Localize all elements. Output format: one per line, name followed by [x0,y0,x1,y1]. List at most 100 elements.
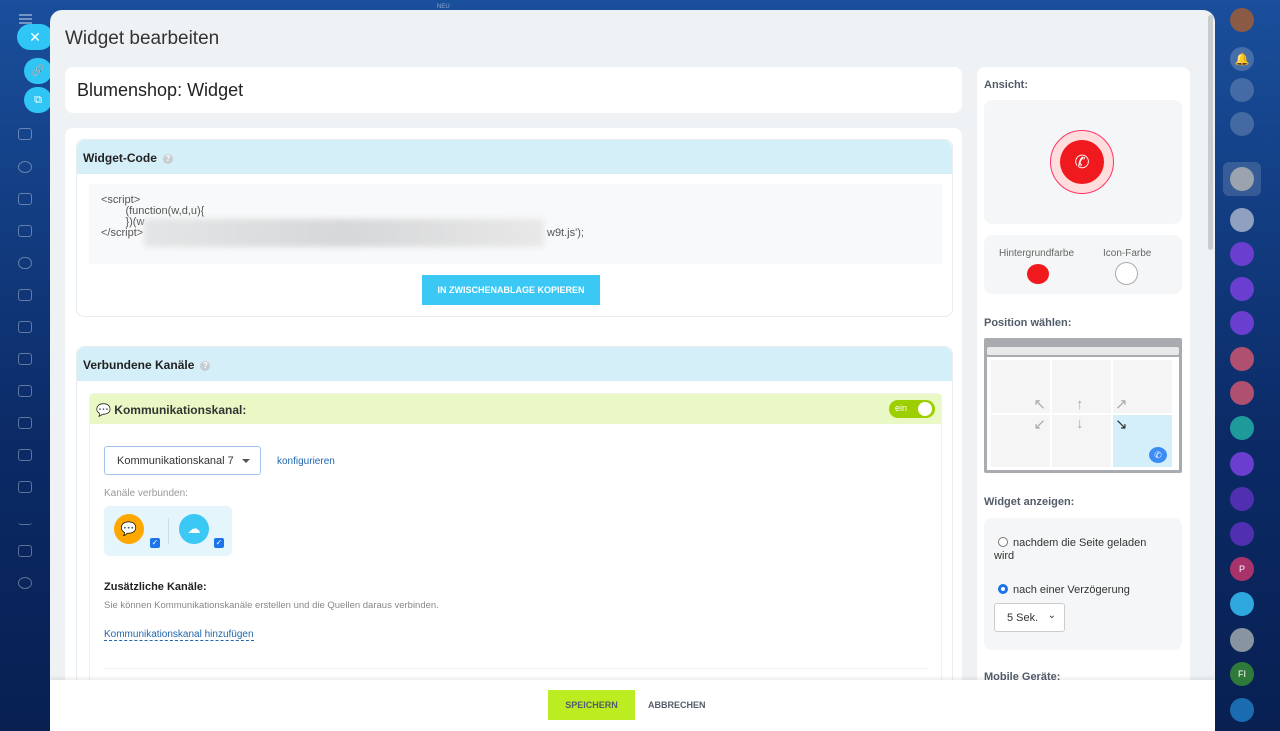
widget-preview: ✆ [984,100,1182,224]
position-bottom-left[interactable]: ↙ [991,414,1050,467]
sign-icon[interactable] [18,417,32,429]
arrow-up-left-icon: ↖ [1033,395,1046,413]
icon-color-swatch[interactable] [1115,262,1138,285]
cloud-checkbox[interactable]: ✓ [214,538,224,548]
arrow-up-icon: ↑ [1076,395,1084,413]
phone-icon: ✆ [1149,447,1167,463]
color-settings: Hintergrundfarbe Icon-Farbe [984,235,1182,294]
configure-link[interactable]: konfigurieren [277,456,335,467]
view-label: Ansicht: [984,79,1028,91]
task-chat-icon[interactable] [1230,416,1254,440]
chat-switch-icon[interactable] [1230,112,1254,136]
menu-icon[interactable] [19,14,32,16]
help-icon[interactable]: ? [200,361,211,371]
help-icon[interactable]: ? [162,154,173,164]
position-top-left[interactable]: ↖ [991,360,1050,413]
divider [104,668,929,669]
contact-avatar[interactable] [1230,381,1254,405]
user-avatar[interactable] [1230,8,1254,32]
chat-avatar[interactable] [1230,592,1254,616]
open-new-window-button[interactable]: ⧉ [24,87,52,113]
filter-icon[interactable] [18,385,32,397]
widget-code-section: Widget-Code? <script> (function(w,d,u){ … [76,139,953,317]
copy-to-clipboard-button[interactable]: IN ZWISCHENABLAGE KOPIEREN [422,275,600,305]
group-avatar[interactable] [1230,628,1254,652]
card-icon[interactable] [18,481,32,493]
settings-panel: Ansicht: ✆ Hintergrundfarbe Icon-Farbe P… [977,67,1190,707]
openline-avatar[interactable] [1230,242,1254,266]
edit-widget-modal: Widget bearbeiten Blumenshop: Widget Wid… [50,10,1215,731]
position-top-center[interactable]: ↑ [1052,360,1111,413]
bell-icon[interactable]: 🔔 [1230,47,1254,71]
openline-avatar[interactable] [1230,487,1254,511]
openlines-icon[interactable] [1230,78,1254,102]
icon-color-label: Icon-Farbe [1103,248,1152,259]
store-icon[interactable] [18,449,32,461]
preview-button: ✆ [1050,130,1114,194]
calendar-icon[interactable] [18,321,32,333]
contact-avatar-p[interactable]: P [1230,557,1254,581]
footer-bar: SPEICHERN ABBRECHEN [50,680,1215,731]
toggle-label: ein [895,403,908,413]
code-tail: w9t.js'); [547,227,584,239]
channel-block: 💬 Kommunikationskanal: ein Kommunikation… [89,393,942,693]
show-widget-label: Widget anzeigen: [984,496,1075,508]
channel-select[interactable]: Kommunikationskanal 7 [104,446,261,475]
analytics-icon[interactable] [18,513,32,525]
openline-avatar[interactable] [1230,277,1254,301]
save-button[interactable]: SPEICHERN [548,690,635,720]
additional-heading: Zusätzliche Kanäle: [104,581,207,593]
radio-delay[interactable] [998,584,1008,594]
crm-icon[interactable] [18,193,32,205]
contact-avatar-fi[interactable]: FI [1230,662,1254,686]
open-lines-checkbox[interactable]: ✓ [150,538,160,548]
dropdown-arrow-icon [242,459,250,467]
delay-select[interactable]: 5 Sek. ⌄ [994,603,1065,632]
task-chat-icon[interactable] [1230,698,1254,722]
add-channel-link[interactable]: Kommunikationskanal hinzufügen [104,629,254,641]
position-bottom-center[interactable]: ↓ [1052,414,1111,467]
contacts-icon[interactable] [18,161,32,173]
delay-value: 5 Sek. [1007,612,1039,624]
option-after-load[interactable]: nachdem die Seite geladen wird [994,537,1154,563]
contact-avatar[interactable] [1230,347,1254,371]
connected-channels: 💬 ✓ ☁ ✓ [104,506,232,556]
widget-code-block[interactable]: <script> (function(w,d,u){ })(w </script>… [89,184,942,264]
position-label: Position wählen: [984,317,1072,329]
main-card: Widget-Code? <script> (function(w,d,u){ … [65,128,962,693]
feed-icon[interactable] [18,128,32,140]
redacted-code [144,219,544,247]
close-icon: ✕ [29,29,41,45]
widget-name-field[interactable]: Blumenshop: Widget [65,67,962,113]
divider [168,518,169,544]
target-icon[interactable] [18,577,32,589]
contact-avatar[interactable] [1230,167,1254,191]
arrow-down-left-icon: ↙ [1033,415,1046,433]
mail-icon[interactable] [18,289,32,301]
cart-icon[interactable] [18,545,32,557]
channel-header: Kommunikationskanal: [114,403,247,417]
chevron-down-icon: ⌄ [1047,610,1056,621]
position-bottom-right[interactable]: ↘ ✆ [1113,414,1172,467]
position-top-right[interactable]: ↗ [1113,360,1172,413]
arrow-down-icon: ↓ [1076,414,1084,432]
select-value: Kommunikationskanal 7 [117,455,234,467]
openline-avatar[interactable] [1230,452,1254,476]
arrow-up-right-icon: ↗ [1115,395,1128,413]
bg-color-swatch[interactable] [1027,264,1049,284]
contact-avatar[interactable] [1230,208,1254,232]
cancel-button[interactable]: ABBRECHEN [648,700,706,710]
channel-toggle[interactable]: ein [889,400,935,418]
right-sidebar: 🔔 P FI [1215,0,1280,731]
tasks-icon[interactable] [18,225,32,237]
openline-avatar[interactable] [1230,522,1254,546]
scrollbar[interactable] [1208,15,1213,250]
cloud-icon: ☁ [179,514,209,544]
openline-avatar[interactable] [1230,311,1254,335]
copy-link-button[interactable]: 🔗 [24,58,52,84]
bg-color-label: Hintergrundfarbe [999,248,1075,259]
sites-icon[interactable] [18,353,32,365]
chat-icon[interactable] [18,257,32,269]
option-delay[interactable]: nach einer Verzögerung [1013,584,1130,596]
close-button[interactable]: ✕ [17,24,53,50]
